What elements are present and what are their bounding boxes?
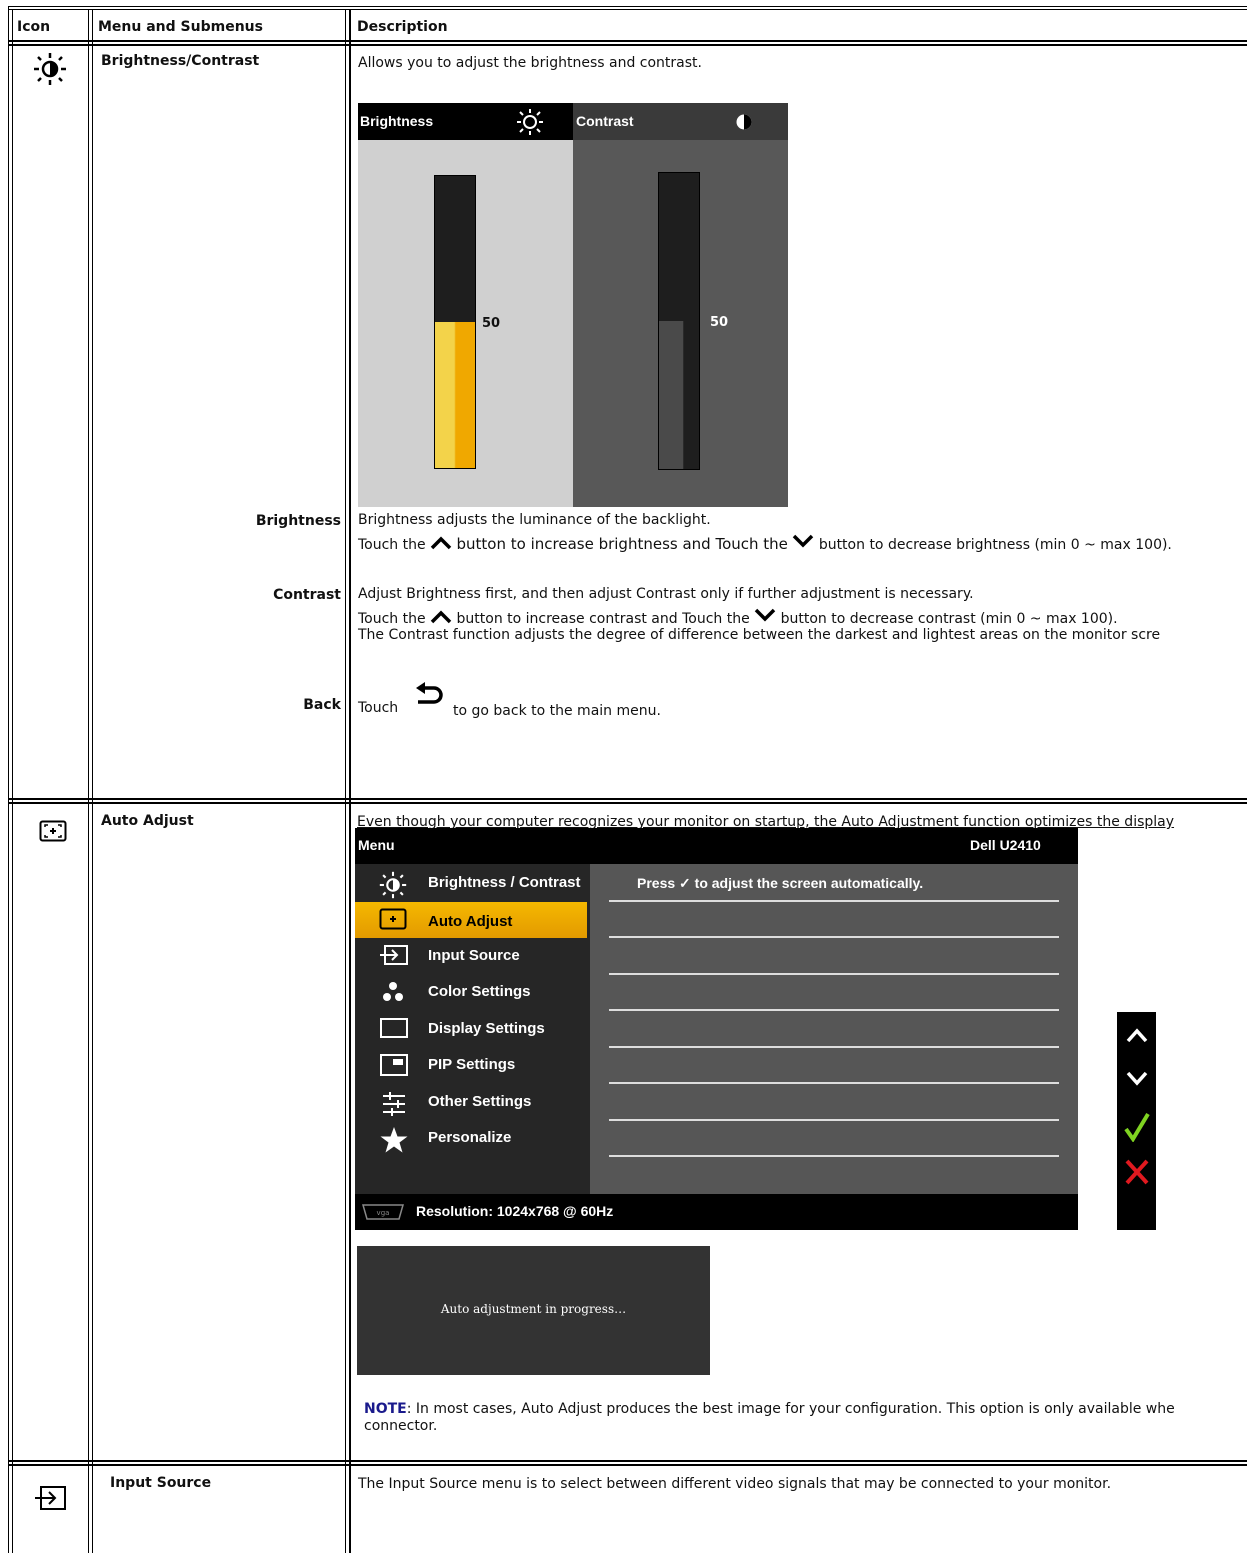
up-arrow-icon bbox=[430, 536, 452, 550]
header-menu: Menu and Submenus bbox=[98, 19, 263, 35]
brightness-desc-line2: Touch the button to increase brightness … bbox=[358, 534, 1172, 553]
osd-model: Dell U2410 bbox=[970, 837, 1041, 853]
submenu-back: Back bbox=[303, 697, 341, 713]
contrast-slider[interactable] bbox=[658, 172, 700, 470]
brightness-level-fill bbox=[435, 322, 475, 468]
contrast-value: 50 bbox=[710, 315, 729, 330]
display-settings-icon bbox=[379, 1017, 408, 1041]
brightness-contrast-osd: Brightness Contrast 50 50 bbox=[358, 103, 788, 507]
brightness-contrast-icon bbox=[33, 52, 67, 86]
osd-resolution: Resolution: 1024x768 @ 60Hz bbox=[416, 1203, 614, 1219]
contrast-desc-line1: Adjust Brightness first, and then adjust… bbox=[358, 586, 974, 602]
down-arrow-icon bbox=[754, 608, 776, 622]
osd-panel-text: Press ✓ to adjust the screen automatical… bbox=[637, 875, 924, 891]
back-desc-rest: to go back to the main menu. bbox=[453, 703, 661, 719]
star-icon bbox=[379, 1126, 408, 1153]
other-settings-icon bbox=[379, 1090, 407, 1116]
osd-menu-title: Menu bbox=[358, 837, 395, 853]
menu-input-source: Input Source bbox=[110, 1475, 212, 1491]
osd-menu-list: Brightness / Contrast Auto Adjust Input … bbox=[355, 864, 587, 1194]
pip-settings-icon bbox=[379, 1053, 408, 1077]
osd-brightness-label: Brightness bbox=[360, 113, 434, 129]
auto-adjust-note: NOTE: In most cases, Auto Adjust produce… bbox=[364, 1401, 1175, 1417]
contrast-level-fill bbox=[659, 321, 684, 469]
auto-adjust-note-line2: connector. bbox=[364, 1418, 438, 1434]
down-arrow-icon bbox=[793, 534, 814, 548]
brightness-slider[interactable] bbox=[434, 175, 476, 469]
brightness-desc-line1: Brightness adjusts the luminance of the … bbox=[358, 512, 711, 528]
brightness-value: 50 bbox=[482, 316, 501, 331]
brightness-contrast-intro: Allows you to adjust the brightness and … bbox=[358, 55, 702, 71]
auto-adjust-icon bbox=[379, 908, 407, 932]
osd-item-personalize[interactable]: Personalize bbox=[355, 1120, 587, 1156]
progress-text: Auto adjustment in progress… bbox=[440, 1302, 627, 1316]
down-button[interactable] bbox=[1125, 1070, 1149, 1092]
submenu-contrast: Contrast bbox=[273, 587, 341, 603]
color-settings-icon bbox=[379, 980, 407, 1004]
back-arrow-icon bbox=[414, 682, 444, 712]
auto-adjust-progress-box: Auto adjustment in progress… bbox=[357, 1246, 710, 1375]
osd-item-color-settings[interactable]: Color Settings bbox=[355, 974, 587, 1010]
menu-brightness-contrast: Brightness/Contrast bbox=[101, 53, 260, 69]
confirm-button[interactable] bbox=[1124, 1112, 1150, 1146]
input-source-icon bbox=[379, 944, 408, 968]
contrast-icon bbox=[735, 113, 753, 135]
auto-adjust-osd: Menu Dell U2410 Brightness / Contrast Au… bbox=[355, 828, 1078, 1230]
back-desc: Touch bbox=[358, 700, 399, 716]
sun-icon bbox=[516, 108, 544, 140]
osd-contrast-label: Contrast bbox=[576, 113, 634, 129]
osd-item-display-settings[interactable]: Display Settings bbox=[355, 1011, 587, 1047]
vga-connector-icon: vga bbox=[361, 1203, 405, 1225]
exit-button[interactable] bbox=[1124, 1158, 1150, 1190]
input-source-icon bbox=[33, 1485, 67, 1515]
up-button[interactable] bbox=[1125, 1026, 1149, 1048]
osd-panel: Press ✓ to adjust the screen automatical… bbox=[590, 864, 1078, 1194]
brightness-icon bbox=[379, 871, 407, 899]
up-arrow-icon bbox=[430, 610, 452, 624]
contrast-desc-line2: Touch the button to increase contrast an… bbox=[358, 608, 1118, 628]
menu-auto-adjust: Auto Adjust bbox=[101, 813, 194, 829]
header-icon: Icon bbox=[17, 19, 51, 35]
osd-item-auto-adjust[interactable]: Auto Adjust bbox=[355, 902, 587, 938]
input-source-intro: The Input Source menu is to select betwe… bbox=[358, 1476, 1112, 1492]
svg-text:vga: vga bbox=[377, 1209, 390, 1217]
osd-item-input-source[interactable]: Input Source bbox=[355, 938, 587, 974]
osd-item-pip-settings[interactable]: PIP Settings bbox=[355, 1047, 587, 1083]
check-icon: ✓ bbox=[679, 875, 691, 891]
contrast-desc-line3: The Contrast function adjusts the degree… bbox=[358, 627, 1161, 643]
note-label: NOTE bbox=[364, 1401, 407, 1417]
submenu-brightness: Brightness bbox=[255, 513, 341, 529]
header-description: Description bbox=[357, 19, 448, 35]
osd-item-other-settings[interactable]: Other Settings bbox=[355, 1084, 587, 1120]
osd-item-brightness-contrast[interactable]: Brightness / Contrast bbox=[355, 865, 587, 901]
osd-side-buttons bbox=[1117, 1012, 1156, 1230]
auto-adjust-icon bbox=[39, 820, 67, 842]
